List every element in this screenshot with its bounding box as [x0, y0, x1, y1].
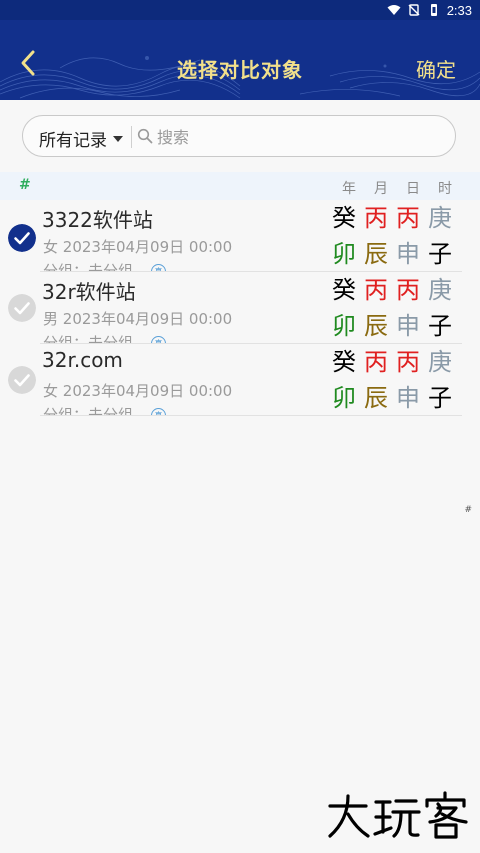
- search-bar: 所有记录: [22, 115, 456, 157]
- divider: [131, 126, 132, 148]
- row-divider: [40, 415, 462, 416]
- confirm-button[interactable]: 确定: [416, 54, 456, 83]
- heavenly-stem: 丙: [364, 348, 388, 376]
- record-row[interactable]: 32r.com 女 2023年04月09日 00:00 分组：未分组真癸丙丙庚卯辰申…: [0, 344, 480, 416]
- earthly-branch: 申: [396, 240, 420, 268]
- earthly-branch: 子: [428, 384, 452, 412]
- record-gender: 女: [43, 382, 59, 400]
- app-header: 选择对比对象 确定: [0, 20, 480, 100]
- heavenly-stem: 庚: [428, 348, 452, 376]
- earthly-branch: 辰: [364, 240, 388, 268]
- earthly-branch: 卯: [332, 384, 356, 412]
- heavenly-stem: 丙: [364, 276, 388, 304]
- heavenly-stem: 庚: [428, 276, 452, 304]
- no-sim-icon: [408, 4, 420, 16]
- record-filter-dropdown[interactable]: 所有记录: [39, 126, 123, 151]
- record-date: 2023年04月09日 00:00: [62, 382, 233, 400]
- earthly-branch: 辰: [364, 312, 388, 340]
- record-name: 32r.com: [42, 348, 123, 372]
- record-name: 32r软件站: [42, 280, 136, 304]
- record-row[interactable]: 32r软件站男 2023年04月09日 00:00 分组：未分组真癸丙丙庚卯辰申子: [0, 272, 480, 344]
- heavenly-stem: 癸: [332, 204, 356, 232]
- status-icons: 2:33: [387, 2, 472, 18]
- caret-down-icon: [113, 135, 123, 142]
- index-symbol: #: [19, 177, 31, 193]
- pillar-columns: 年 月 日 时: [333, 178, 461, 198]
- record-date: 2023年04月09日 00:00: [62, 310, 233, 328]
- earthly-branch: 子: [428, 312, 452, 340]
- heavenly-stem: 丙: [396, 204, 420, 232]
- earthly-branch: 申: [396, 384, 420, 412]
- filter-label: 所有记录: [39, 131, 107, 151]
- bazi-pillars: 癸丙丙庚卯辰申子: [328, 202, 456, 272]
- search-input[interactable]: [155, 124, 439, 150]
- record-birth-info: 女 2023年04月09日 00:00: [43, 380, 232, 401]
- heavenly-stem: 庚: [428, 204, 452, 232]
- earthly-branch: 子: [428, 240, 452, 268]
- heavenly-stem: 丙: [396, 276, 420, 304]
- record-birth-info: 男 2023年04月09日 00:00: [43, 308, 232, 329]
- earthly-branch: 卯: [332, 240, 356, 268]
- column-year: 年: [342, 181, 356, 197]
- watermark-logo: [328, 791, 468, 839]
- unchecked-circle-icon[interactable]: [8, 294, 36, 322]
- wifi-icon: [387, 5, 401, 15]
- unchecked-circle-icon[interactable]: [8, 366, 36, 394]
- record-row[interactable]: 3322软件站女 2023年04月09日 00:00 分组：未分组真癸丙丙庚卯辰申…: [0, 200, 480, 272]
- column-day: 日: [406, 181, 420, 197]
- record-date: 2023年04月09日 00:00: [62, 238, 233, 256]
- battery-icon: [430, 4, 437, 16]
- status-time: 2:33: [446, 2, 472, 18]
- column-hour: 时: [438, 181, 452, 197]
- bazi-pillars: 癸丙丙庚卯辰申子: [328, 346, 456, 416]
- record-name: 3322软件站: [42, 208, 153, 232]
- heavenly-stem: 癸: [332, 348, 356, 376]
- heavenly-stem: 癸: [332, 276, 356, 304]
- earthly-branch: 辰: [364, 384, 388, 412]
- heavenly-stem: 丙: [364, 204, 388, 232]
- page-title: 选择对比对象: [177, 58, 303, 82]
- column-month: 月: [374, 181, 388, 197]
- bazi-pillars: 癸丙丙庚卯辰申子: [328, 274, 456, 344]
- checked-circle-icon[interactable]: [8, 224, 36, 252]
- search-icon: [137, 128, 153, 144]
- list-header: # 年 月 日 时: [0, 172, 480, 200]
- earthly-branch: 申: [396, 312, 420, 340]
- record-gender: 女: [43, 238, 59, 256]
- record-birth-info: 女 2023年04月09日 00:00: [43, 236, 232, 257]
- record-gender: 男: [43, 310, 59, 328]
- heavenly-stem: 丙: [396, 348, 420, 376]
- side-index[interactable]: #: [464, 505, 472, 515]
- earthly-branch: 卯: [332, 312, 356, 340]
- status-bar: 2:33: [0, 0, 480, 20]
